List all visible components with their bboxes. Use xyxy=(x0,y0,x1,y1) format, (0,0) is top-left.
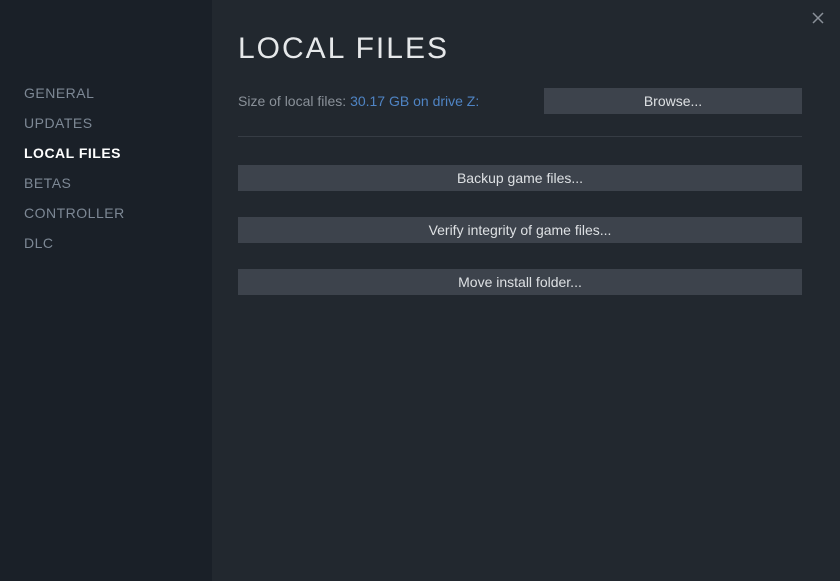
sidebar-item-betas[interactable]: BETAS xyxy=(0,168,212,198)
close-button[interactable] xyxy=(808,8,828,28)
close-icon xyxy=(812,12,824,24)
size-label: Size of local files: xyxy=(238,93,350,109)
size-row: Size of local files: 30.17 GB on drive Z… xyxy=(238,88,802,137)
sidebar-item-local-files[interactable]: LOCAL FILES xyxy=(0,138,212,168)
backup-button[interactable]: Backup game files... xyxy=(238,165,802,191)
sidebar: GENERAL UPDATES LOCAL FILES BETAS CONTRO… xyxy=(0,0,212,581)
sidebar-item-dlc[interactable]: DLC xyxy=(0,228,212,258)
page-title: LOCAL FILES xyxy=(238,32,802,66)
verify-button[interactable]: Verify integrity of game files... xyxy=(238,217,802,243)
size-value: 30.17 GB on drive Z: xyxy=(350,93,479,109)
sidebar-item-controller[interactable]: CONTROLLER xyxy=(0,198,212,228)
move-button[interactable]: Move install folder... xyxy=(238,269,802,295)
main-panel: LOCAL FILES Size of local files: 30.17 G… xyxy=(212,0,840,581)
sidebar-item-general[interactable]: GENERAL xyxy=(0,78,212,108)
browse-button[interactable]: Browse... xyxy=(544,88,802,114)
sidebar-item-updates[interactable]: UPDATES xyxy=(0,108,212,138)
size-text: Size of local files: 30.17 GB on drive Z… xyxy=(238,93,479,109)
